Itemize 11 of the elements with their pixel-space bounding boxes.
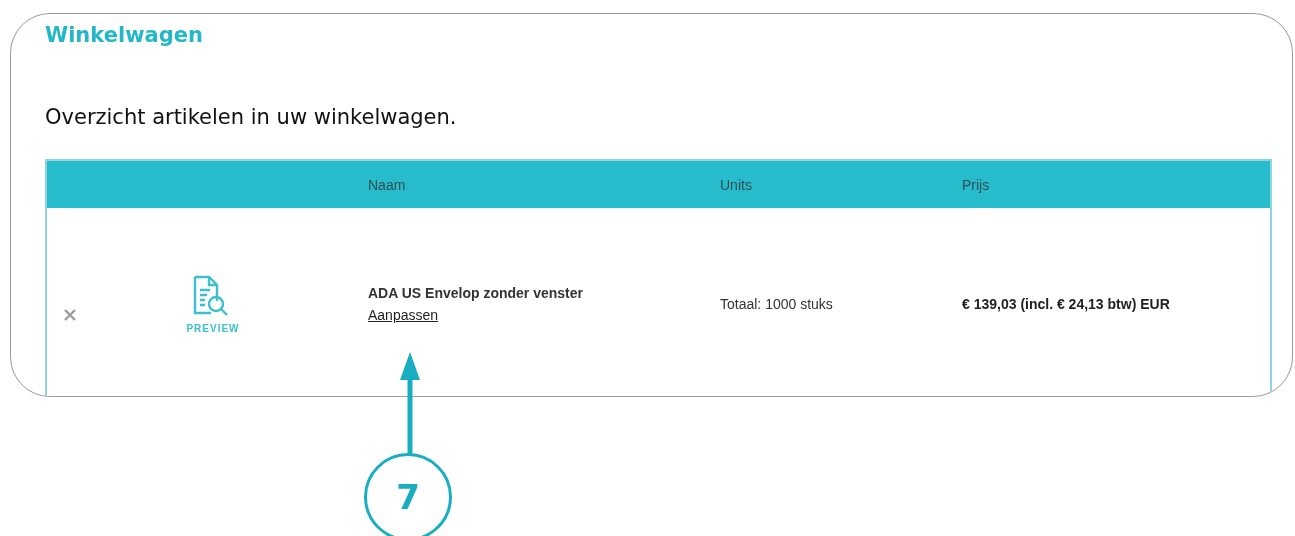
page-title: Winkelwagen bbox=[45, 23, 203, 47]
column-header: Prijs bbox=[962, 176, 990, 193]
product-name: ADA US Envelop zonder venster bbox=[368, 285, 583, 301]
column-header: Naam bbox=[368, 176, 406, 193]
units-text: Totaal: 1000 stuks bbox=[720, 296, 833, 312]
callout-number: 7 bbox=[364, 453, 452, 536]
price-text: € 139,03 (incl. € 24,13 btw) EUR bbox=[962, 296, 1170, 312]
remove-icon[interactable] bbox=[63, 308, 77, 322]
column-header: Units bbox=[720, 176, 752, 193]
edit-link[interactable]: Aanpassen bbox=[368, 307, 439, 323]
intro-text: Overzicht artikelen in uw winkelwagen. bbox=[45, 105, 457, 129]
